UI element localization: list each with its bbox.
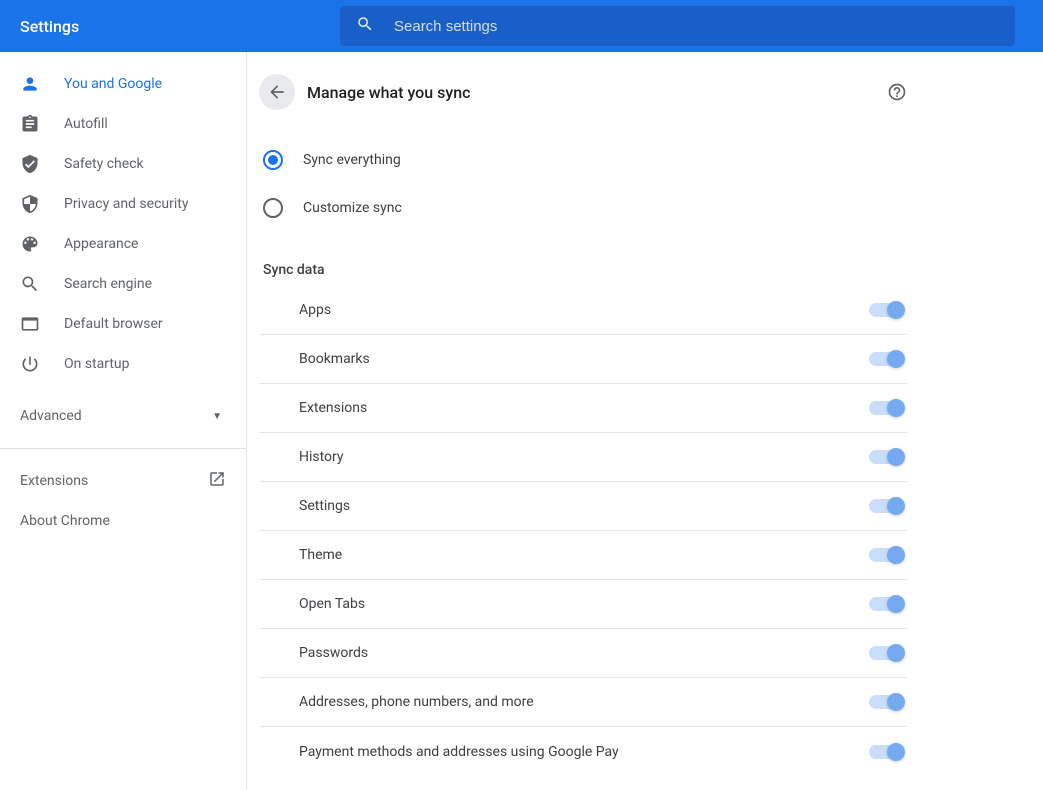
open-in-new-icon <box>208 470 226 492</box>
sync-item: Payment methods and addresses using Goog… <box>259 727 907 776</box>
sync-item-label: Addresses, phone numbers, and more <box>299 694 534 710</box>
advanced-toggle[interactable]: Advanced ▼ <box>0 396 246 436</box>
clipboard-icon <box>20 114 40 134</box>
advanced-label: Advanced <box>20 408 82 424</box>
sidebar: You and Google Autofill Safety check Pri… <box>0 52 246 790</box>
toggle-knob <box>887 350 905 368</box>
arrow-back-icon <box>267 82 287 102</box>
sidebar-item-label: About Chrome <box>20 513 110 529</box>
sync-item: History <box>259 433 907 482</box>
radio-icon <box>263 150 283 170</box>
sidebar-item-label: Privacy and security <box>64 196 188 212</box>
sidebar-item-default-browser[interactable]: Default browser <box>0 304 246 344</box>
back-button[interactable] <box>259 74 295 110</box>
toggle-knob <box>887 448 905 466</box>
toggle-knob <box>887 399 905 417</box>
toggle[interactable] <box>869 695 903 709</box>
sync-item: Addresses, phone numbers, and more <box>259 678 907 727</box>
sync-item-label: Apps <box>299 302 331 318</box>
search-icon <box>20 274 40 294</box>
page-title: Manage what you sync <box>307 83 887 102</box>
search-bar[interactable] <box>340 6 1015 46</box>
sidebar-item-appearance[interactable]: Appearance <box>0 224 246 264</box>
sidebar-item-label: Autofill <box>64 116 108 132</box>
sync-item-label: History <box>299 449 344 465</box>
main-content: Manage what you sync Sync everything Cus… <box>246 52 1043 790</box>
toggle-knob <box>887 693 905 711</box>
sync-item-label: Settings <box>299 498 350 514</box>
palette-icon <box>20 234 40 254</box>
power-icon <box>20 354 40 374</box>
radio-label: Customize sync <box>303 200 402 216</box>
sync-item: Bookmarks <box>259 335 907 384</box>
toggle-knob <box>887 644 905 662</box>
radio-icon <box>263 198 283 218</box>
toggle[interactable] <box>869 303 903 317</box>
browser-icon <box>20 314 40 334</box>
sync-item-label: Passwords <box>299 645 368 661</box>
toggle[interactable] <box>869 450 903 464</box>
toggle-knob <box>887 743 905 761</box>
sidebar-item-label: Appearance <box>64 236 138 252</box>
toggle[interactable] <box>869 499 903 513</box>
sidebar-item-you-and-google[interactable]: You and Google <box>0 64 246 104</box>
toggle[interactable] <box>869 646 903 660</box>
app-title: Settings <box>20 17 340 36</box>
toggle[interactable] <box>869 745 903 759</box>
sync-item-label: Bookmarks <box>299 351 370 367</box>
app-header: Settings <box>0 0 1043 52</box>
sync-item-label: Payment methods and addresses using Goog… <box>299 744 619 760</box>
section-title: Sync data <box>259 232 907 286</box>
sync-item: Theme <box>259 531 907 580</box>
radio-customize-sync[interactable]: Customize sync <box>263 184 907 232</box>
sidebar-item-autofill[interactable]: Autofill <box>0 104 246 144</box>
toggle[interactable] <box>869 548 903 562</box>
sync-item: Apps <box>259 286 907 335</box>
divider <box>0 448 246 449</box>
shield-check-icon <box>20 154 40 174</box>
sidebar-item-about-chrome[interactable]: About Chrome <box>0 501 246 541</box>
help-button[interactable] <box>887 82 907 102</box>
search-input[interactable] <box>394 18 999 35</box>
sidebar-item-extensions[interactable]: Extensions <box>0 461 246 501</box>
radio-label: Sync everything <box>303 152 401 168</box>
person-icon <box>20 74 40 94</box>
search-icon <box>356 15 374 37</box>
chevron-down-icon: ▼ <box>212 411 222 422</box>
sync-item-label: Open Tabs <box>299 596 365 612</box>
sync-mode-radio-group: Sync everything Customize sync <box>259 116 907 232</box>
toggle[interactable] <box>869 597 903 611</box>
sidebar-item-safety-check[interactable]: Safety check <box>0 144 246 184</box>
toggle-knob <box>887 497 905 515</box>
sidebar-item-label: On startup <box>64 356 130 372</box>
subheader: Manage what you sync <box>259 68 907 116</box>
sync-item: Passwords <box>259 629 907 678</box>
help-icon <box>887 82 907 102</box>
toggle-knob <box>887 595 905 613</box>
sync-item: Open Tabs <box>259 580 907 629</box>
sidebar-item-on-startup[interactable]: On startup <box>0 344 246 384</box>
sync-item-label: Theme <box>299 547 342 563</box>
sidebar-item-label: Default browser <box>64 316 163 332</box>
sync-item-label: Extensions <box>299 400 367 416</box>
sidebar-item-label: Search engine <box>64 276 152 292</box>
sidebar-item-label: Extensions <box>20 473 88 489</box>
sidebar-item-search-engine[interactable]: Search engine <box>0 264 246 304</box>
sync-item: Settings <box>259 482 907 531</box>
sidebar-item-privacy-security[interactable]: Privacy and security <box>0 184 246 224</box>
shield-icon <box>20 194 40 214</box>
toggle-knob <box>887 546 905 564</box>
sync-data-list: Apps Bookmarks Extensions History Settings Th… <box>259 286 907 776</box>
sidebar-item-label: You and Google <box>64 76 162 92</box>
sync-item: Extensions <box>259 384 907 433</box>
toggle-knob <box>887 301 905 319</box>
toggle[interactable] <box>869 401 903 415</box>
toggle[interactable] <box>869 352 903 366</box>
sidebar-item-label: Safety check <box>64 156 144 172</box>
radio-sync-everything[interactable]: Sync everything <box>263 136 907 184</box>
